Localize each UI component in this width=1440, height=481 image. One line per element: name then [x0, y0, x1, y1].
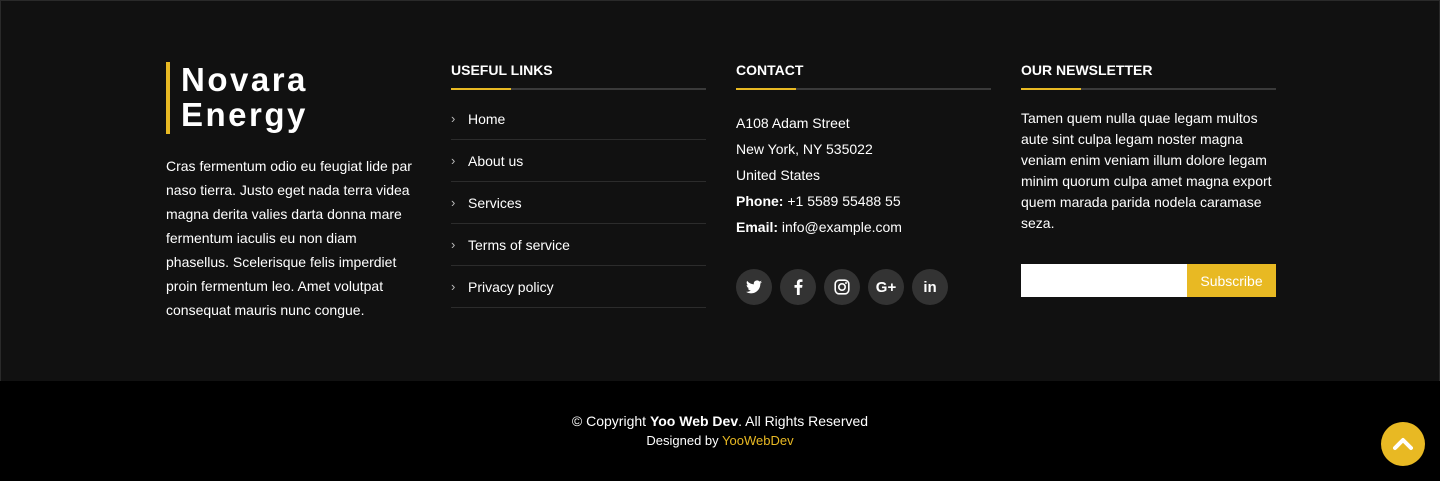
newsletter-heading: OUR NEWSLETTER [1021, 61, 1276, 90]
contact-email: Email: info@example.com [736, 214, 991, 240]
copyright: © Copyright Yoo Web Dev. All Rights Rese… [0, 381, 1440, 429]
credits: Designed by YooWebDev [0, 433, 1440, 448]
link-label[interactable]: Services [468, 195, 522, 211]
subscribe-button[interactable]: Subscribe [1187, 264, 1276, 297]
contact-heading: CONTACT [736, 61, 991, 90]
logo-line-1: Novara [181, 61, 308, 98]
logo[interactable]: Novara Energy [166, 62, 416, 134]
copyright-company: Yoo Web Dev [649, 413, 739, 429]
useful-links-list: › Home › About us › Services › Terms of … [451, 98, 706, 308]
link-label[interactable]: Home [468, 111, 505, 127]
facebook-icon[interactable] [780, 269, 816, 305]
footer-bottom: © Copyright Yoo Web Dev. All Rights Rese… [0, 381, 1440, 481]
instagram-icon[interactable] [824, 269, 860, 305]
google-plus-icon[interactable]: G+ [868, 269, 904, 305]
copyright-prefix: © Copyright [571, 413, 647, 429]
social-links: G+ in [736, 269, 991, 305]
newsletter-email-input[interactable] [1021, 264, 1187, 297]
chevron-right-icon: › [451, 153, 456, 168]
useful-links-heading: USEFUL LINKS [451, 61, 706, 90]
useful-links-column: USEFUL LINKS › Home › About us › Service… [451, 61, 706, 308]
back-to-top-button[interactable] [1381, 422, 1425, 466]
link-home[interactable]: › Home [451, 98, 706, 140]
link-about-us[interactable]: › About us [451, 140, 706, 182]
phone-label: Phone: [736, 193, 784, 209]
linkedin-icon[interactable]: in [912, 269, 948, 305]
chevron-up-icon [1393, 438, 1413, 450]
address-street: A108 Adam Street [736, 115, 850, 131]
twitter-icon[interactable] [736, 269, 772, 305]
brand-description: Cras fermentum odio eu feugiat lide par … [166, 158, 412, 318]
logo-line-2: Energy [181, 96, 308, 133]
email-label: Email: [736, 219, 779, 235]
link-label[interactable]: Privacy policy [468, 279, 554, 295]
newsletter-column: OUR NEWSLETTER Tamen quem nulla quae leg… [1021, 61, 1276, 297]
newsletter-text: Tamen quem nulla quae legam multos aute … [1021, 110, 1272, 231]
chevron-right-icon: › [451, 279, 456, 294]
footer-top: Novara Energy Cras fermentum odio eu feu… [0, 0, 1440, 381]
contact-phone: Phone: +1 5589 55488 55 [736, 188, 991, 214]
contact-column: CONTACT A108 Adam Street New York, NY 53… [736, 61, 991, 305]
link-privacy-policy[interactable]: › Privacy policy [451, 266, 706, 308]
link-label[interactable]: About us [468, 153, 523, 169]
link-services[interactable]: › Services [451, 182, 706, 224]
chevron-right-icon: › [451, 195, 456, 210]
chevron-right-icon: › [451, 111, 456, 126]
subscribe-form: Subscribe [1021, 264, 1276, 297]
phone-value: +1 5589 55488 55 [787, 193, 901, 209]
email-value[interactable]: info@example.com [782, 219, 902, 235]
designed-by-label: Designed by [646, 433, 719, 448]
chevron-right-icon: › [451, 237, 456, 252]
contact-address: A108 Adam Street New York, NY 535022 Uni… [736, 110, 991, 240]
brand-column: Novara Energy Cras fermentum odio eu feu… [166, 62, 416, 322]
link-terms-of-service[interactable]: › Terms of service [451, 224, 706, 266]
address-city: New York, NY 535022 [736, 141, 873, 157]
copyright-suffix: . All Rights Reserved [738, 413, 869, 429]
link-label[interactable]: Terms of service [468, 237, 570, 253]
designer-link[interactable]: YooWebDev [722, 433, 794, 448]
address-country: United States [736, 167, 821, 183]
